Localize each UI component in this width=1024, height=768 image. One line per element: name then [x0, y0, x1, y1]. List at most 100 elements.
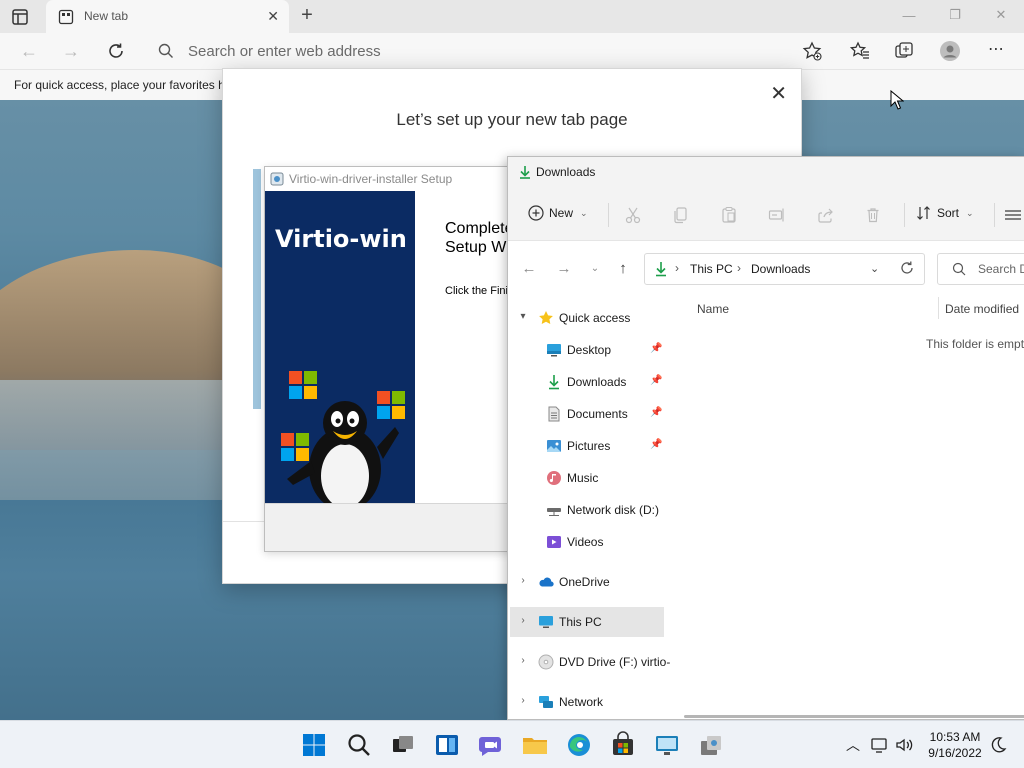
explorer-title: Downloads [536, 165, 596, 179]
nav-item-documents[interactable]: Documents 📌 [510, 399, 664, 429]
nav-item-music[interactable]: Music [510, 463, 664, 493]
horizontal-scrollbar[interactable] [684, 715, 1024, 718]
file-explorer-icon[interactable] [521, 731, 549, 759]
chevron-right-icon[interactable]: › [518, 615, 528, 626]
nav-item-network[interactable]: › Network [510, 687, 664, 717]
setup-title: Virtio-win-driver-installer Setup [289, 172, 453, 186]
nav-item-dvd-drive[interactable]: › DVD Drive (F:) virtio- [510, 647, 670, 677]
file-list-pane: Name Date modified This folder is empty. [668, 295, 1024, 715]
rename-icon[interactable] [768, 206, 786, 224]
add-favorite-icon[interactable] [801, 40, 823, 62]
virtio-brand-text: Virtio-win [275, 225, 407, 253]
chevron-right-icon[interactable]: › [518, 655, 528, 666]
column-divider[interactable] [938, 297, 939, 319]
nav-label-this-pc: This PC [559, 615, 602, 629]
address-dropdown-icon[interactable]: ⌄ [870, 262, 879, 275]
command-separator [904, 203, 905, 227]
copy-icon[interactable] [672, 206, 690, 224]
recent-locations-icon[interactable]: ⌄ [586, 260, 604, 278]
wallpaper-shore [0, 380, 260, 500]
sort-button[interactable]: Sort ⌄ [916, 205, 974, 221]
cut-icon[interactable] [624, 206, 642, 224]
chevron-down-icon[interactable]: ▾ [518, 311, 528, 322]
chat-icon[interactable] [477, 731, 505, 759]
nav-label-network: Network [559, 695, 604, 709]
installer-icon[interactable] [697, 731, 725, 759]
search-icon[interactable] [345, 731, 373, 759]
column-header-date-modified[interactable]: Date modified [945, 302, 1019, 316]
clock-date: 9/16/2022 [928, 746, 982, 760]
volume-icon[interactable] [894, 735, 914, 755]
explorer-titlebar[interactable]: Downloads [508, 157, 1024, 187]
pin-icon: 📌 [650, 407, 663, 418]
network-status-icon[interactable] [870, 735, 890, 755]
tab-close-icon[interactable]: ✕ [267, 8, 279, 25]
up-icon[interactable]: ↑ [614, 260, 632, 278]
minimize-icon[interactable]: — [886, 0, 932, 30]
forward-icon[interactable]: → [555, 260, 573, 278]
chevron-down-icon: ⌄ [966, 207, 974, 218]
task-view-icon[interactable] [389, 731, 417, 759]
nav-item-downloads[interactable]: Downloads 📌 [510, 367, 664, 397]
restore-icon[interactable]: ❐ [932, 0, 978, 30]
nav-label-downloads: Downloads [567, 375, 627, 389]
refresh-icon[interactable] [105, 40, 127, 62]
paste-icon[interactable] [720, 206, 738, 224]
chevron-up-icon[interactable]: ︿ [843, 735, 863, 755]
collections-icon[interactable] [893, 40, 915, 62]
column-header-name[interactable]: Name [697, 302, 729, 316]
view-icon[interactable] [1004, 206, 1022, 224]
share-icon[interactable] [816, 206, 834, 224]
breadcrumb-this-pc[interactable]: This PC [690, 262, 733, 276]
chevron-right-icon[interactable]: › [518, 695, 528, 706]
nav-item-network-disk[interactable]: Network disk (D:) [510, 495, 664, 525]
nav-label-onedrive: OneDrive [559, 575, 610, 589]
nav-item-onedrive[interactable]: › OneDrive [510, 567, 664, 597]
explorer-search-input[interactable]: Search D [937, 253, 1024, 285]
navigation-pane: ▾ Quick access Desktop 📌 Downloads 📌 Doc… [508, 303, 670, 719]
system-clock[interactable]: 10:53 AM 9/16/2022 [920, 729, 990, 761]
new-button[interactable]: New ⌄ [528, 205, 588, 221]
nav-item-quick-access[interactable]: ▾ Quick access [510, 303, 664, 333]
chevron-right-icon[interactable]: › [518, 575, 528, 586]
chevron-down-icon: ⌄ [580, 207, 588, 218]
nav-item-desktop[interactable]: Desktop 📌 [510, 335, 664, 365]
breadcrumb-bar[interactable]: › This PC › Downloads ⌄ [644, 253, 925, 285]
new-tab-button[interactable]: + [296, 4, 318, 27]
back-icon[interactable]: ← [18, 40, 40, 62]
address-bar[interactable]: Search or enter web address [146, 36, 836, 66]
plus-circle-icon [528, 205, 544, 221]
profile-avatar-icon[interactable] [939, 40, 961, 62]
nav-label-videos: Videos [567, 535, 604, 549]
breadcrumb-downloads[interactable]: Downloads [751, 262, 810, 276]
store-icon[interactable] [609, 731, 637, 759]
nav-item-videos[interactable]: Videos [510, 527, 664, 557]
nav-item-pictures[interactable]: Pictures 📌 [510, 431, 664, 461]
address-placeholder: Search or enter web address [188, 43, 381, 60]
music-icon [547, 471, 561, 485]
clock-time: 10:53 AM [929, 730, 981, 744]
window-close-icon[interactable]: ✕ [978, 0, 1024, 30]
delete-icon[interactable] [864, 206, 882, 224]
favorites-bar-message: For quick access, place your favorites h [14, 78, 225, 92]
browser-tab[interactable]: New tab ✕ [46, 0, 289, 33]
nav-label-desktop: Desktop [567, 343, 612, 357]
tab-actions-icon[interactable] [10, 7, 30, 27]
network-drive-icon [547, 508, 561, 516]
remote-desktop-icon[interactable] [653, 731, 681, 759]
more-menu-icon[interactable]: ⋯ [985, 40, 1007, 62]
forward-icon[interactable]: → [60, 40, 82, 62]
star-icon [539, 311, 553, 324]
nav-item-this-pc[interactable]: › This PC [510, 607, 664, 637]
favorites-icon[interactable] [849, 40, 871, 62]
back-icon[interactable]: ← [520, 260, 538, 278]
chevron-right-icon: › [675, 261, 679, 275]
edge-icon[interactable] [565, 731, 593, 759]
dialog-close-icon[interactable]: ✕ [770, 81, 787, 106]
start-icon[interactable] [300, 731, 328, 759]
widgets-icon[interactable] [433, 731, 461, 759]
focus-assist-moon-icon[interactable] [988, 735, 1008, 755]
download-icon [656, 262, 666, 277]
refresh-icon[interactable] [899, 260, 915, 276]
desktop-icon [547, 344, 561, 357]
